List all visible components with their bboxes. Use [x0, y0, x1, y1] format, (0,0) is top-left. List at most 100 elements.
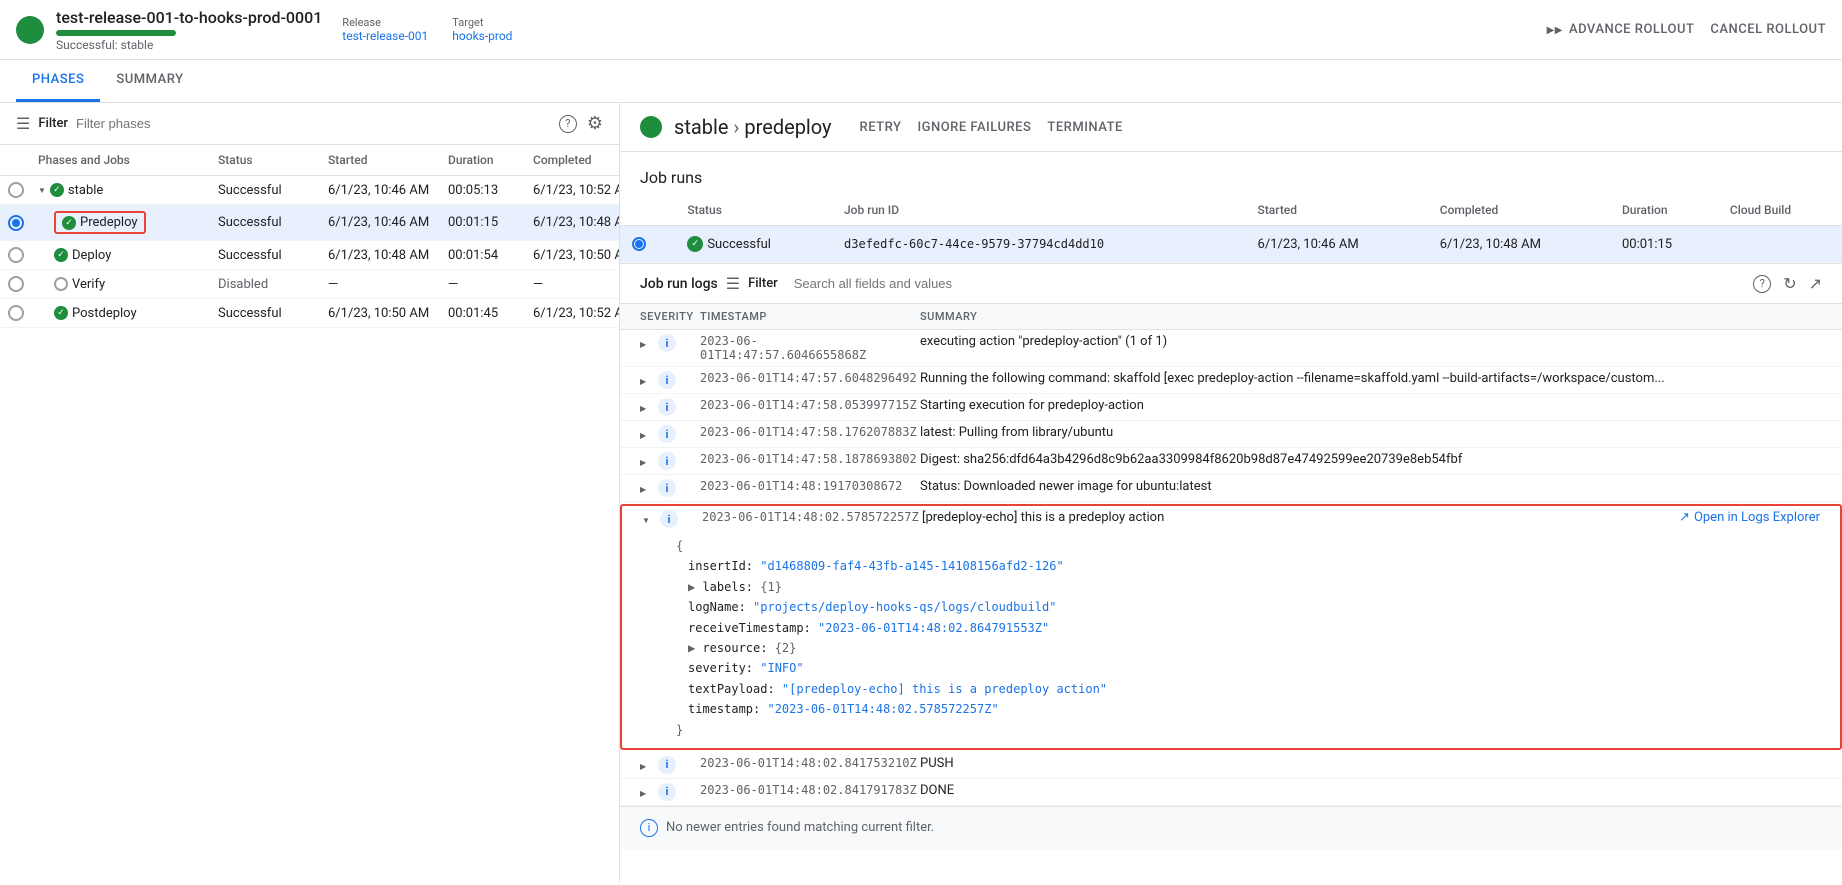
log-help-icon[interactable]: ? — [1753, 275, 1771, 293]
phases-table-body: stable Successful 6/1/23, 10:46 AM 00:05… — [0, 176, 619, 883]
row-name: Predeploy — [30, 211, 210, 234]
row-completed: 6/1/23, 10:50 AM — [525, 248, 619, 263]
log-row[interactable]: i 2023-06-01T14:47:58.1878693802 Digest:… — [620, 448, 1842, 475]
log-field-resource: ▶ resource: {2} — [676, 638, 1820, 658]
log-row[interactable]: i 2023-06-01T14:47:58.053997715Z Startin… — [620, 394, 1842, 421]
expand-log-icon[interactable] — [640, 785, 654, 799]
phase-success-icon — [640, 116, 662, 138]
job-run-duration: 00:01:15 — [1610, 226, 1718, 263]
severity-badge: i — [658, 398, 676, 416]
log-timestamp: 2023-06-01T14:47:57.6048296492 — [700, 371, 920, 385]
radio-job-run[interactable] — [632, 237, 646, 251]
log-row[interactable]: i 2023-06-01T14:48:19170308672 Status: D… — [620, 475, 1842, 502]
advance-rollout-button[interactable]: ADVANCE ROLLOUT — [1547, 22, 1695, 37]
filter-input[interactable] — [76, 116, 551, 131]
log-filter-bar: Job run logs ☰ Filter ? ↻ ↗ — [620, 263, 1842, 304]
table-row[interactable]: Verify Disabled — — — — [0, 270, 619, 299]
severity-badge: i — [658, 479, 676, 497]
row-duration: 00:01:45 — [440, 306, 525, 321]
table-row[interactable]: Predeploy Successful 6/1/23, 10:46 AM 00… — [0, 205, 619, 241]
col-radio — [0, 153, 30, 167]
job-run-radio — [620, 226, 675, 263]
log-row[interactable]: i 2023-06-01T14:48:02.841791783Z DONE — [620, 779, 1842, 806]
log-field-severity: severity: "INFO" — [676, 658, 1820, 678]
jth-status: Status — [675, 195, 832, 226]
right-panel-header: stable › predeploy RETRY IGNORE FAILURES… — [620, 103, 1842, 152]
status-label: Successful: stable — [56, 38, 322, 52]
ignore-failures-button[interactable]: IGNORE FAILURES — [917, 120, 1031, 135]
target-label: Target — [452, 16, 512, 29]
cancel-rollout-button[interactable]: CANCEL ROLLOUT — [1710, 22, 1826, 37]
expand-log-icon[interactable] — [640, 758, 654, 772]
log-field-receiveTimestamp: receiveTimestamp: "2023-06-01T14:48:02.8… — [676, 618, 1820, 638]
log-brace-open: { — [676, 536, 1820, 556]
row-started: 6/1/23, 10:50 AM — [320, 306, 440, 321]
table-row[interactable]: Postdeploy Successful 6/1/23, 10:50 AM 0… — [0, 299, 619, 328]
log-severity: i — [640, 425, 700, 443]
right-panel: stable › predeploy RETRY IGNORE FAILURES… — [620, 103, 1842, 883]
expand-log-icon[interactable] — [640, 400, 654, 414]
job-run-row[interactable]: Successful d3efedfc-60c7-44ce-9579-37794… — [620, 226, 1842, 263]
table-row[interactable]: stable Successful 6/1/23, 10:46 AM 00:05… — [0, 176, 619, 205]
log-th-summary: SUMMARY — [920, 310, 1822, 323]
row-completed: 6/1/23, 10:52 AM — [525, 306, 619, 321]
release-link[interactable]: test-release-001 — [342, 29, 428, 43]
log-field-logName: logName: "projects/deploy-hooks-qs/logs/… — [676, 597, 1820, 617]
log-open-icon[interactable]: ↗ — [1809, 274, 1822, 293]
columns-icon[interactable]: ⚙ — [587, 113, 603, 134]
log-timestamp: 2023-06-01T14:48:02.578572257Z — [702, 510, 922, 524]
log-row[interactable]: i 2023-06-01T14:47:57.6048296492 Running… — [620, 367, 1842, 394]
log-row-highlighted[interactable]: i 2023-06-01T14:48:02.578572257Z [predep… — [620, 504, 1842, 750]
help-icon[interactable]: ? — [559, 115, 577, 133]
table-row[interactable]: Deploy Successful 6/1/23, 10:48 AM 00:01… — [0, 241, 619, 270]
row-duration: 00:05:13 — [440, 183, 525, 198]
expand-icon[interactable] — [38, 185, 46, 196]
release-name: test-release-001-to-hooks-prod-0001 — [56, 8, 322, 27]
retry-button[interactable]: RETRY — [860, 120, 902, 135]
log-row[interactable]: i 2023-06-01T14:47:57.6046655868Z execut… — [620, 330, 1842, 367]
expand-log-icon[interactable] — [640, 454, 654, 468]
phase-actions: RETRY IGNORE FAILURES TERMINATE — [860, 120, 1123, 135]
terminate-button[interactable]: TERMINATE — [1047, 120, 1122, 135]
job-status-chip: Successful — [687, 236, 820, 252]
log-th-severity: SEVERITY — [640, 310, 700, 323]
log-summary: Starting execution for predeploy-action — [920, 398, 1822, 413]
row-started: 6/1/23, 10:48 AM — [320, 248, 440, 263]
log-row[interactable]: i 2023-06-01T14:47:58.176207883Z latest:… — [620, 421, 1842, 448]
row-duration: — — [440, 277, 525, 292]
col-completed: Completed — [525, 153, 620, 167]
progress-bar — [56, 30, 176, 36]
log-filter-label-text: Filter — [748, 276, 778, 291]
radio-stable[interactable] — [8, 182, 24, 198]
expand-log-icon[interactable] — [640, 373, 654, 387]
status-icon-gray — [54, 277, 68, 291]
row-duration: 00:01:54 — [440, 248, 525, 263]
log-severity: i — [640, 398, 700, 416]
tab-phases[interactable]: PHASES — [16, 60, 100, 102]
col-duration: Duration — [440, 153, 525, 167]
log-refresh-icon[interactable]: ↻ — [1783, 274, 1796, 293]
log-row[interactable]: i 2023-06-01T14:48:02.841753210Z PUSH — [620, 752, 1842, 779]
expand-log-icon[interactable] — [640, 336, 654, 350]
log-table-header: SEVERITY TIMESTAMP SUMMARY — [620, 304, 1842, 330]
expand-log-icon[interactable] — [640, 481, 654, 495]
expand-log-icon[interactable] — [640, 427, 654, 441]
log-bar-right: ? ↻ ↗ — [1753, 274, 1822, 293]
job-run-cloud-build — [1718, 226, 1842, 263]
row-status: Successful — [210, 306, 320, 321]
tab-summary[interactable]: SUMMARY — [100, 60, 199, 102]
log-th-timestamp: TIMESTAMP — [700, 310, 920, 323]
row-name: Postdeploy — [30, 306, 210, 321]
log-timestamp: 2023-06-01T14:47:58.053997715Z — [700, 398, 920, 412]
log-search-input[interactable] — [794, 276, 1745, 291]
radio-verify[interactable] — [8, 276, 24, 292]
radio-deploy[interactable] — [8, 247, 24, 263]
open-logs-explorer-link[interactable]: ↗ Open in Logs Explorer — [1679, 510, 1820, 525]
expand-log-icon[interactable] — [642, 512, 656, 526]
row-started: 6/1/23, 10:46 AM — [320, 215, 440, 230]
target-link[interactable]: hooks-prod — [452, 29, 512, 43]
radio-postdeploy[interactable] — [8, 305, 24, 321]
log-summary: Status: Downloaded newer image for ubunt… — [920, 479, 1822, 494]
col-phases: Phases and Jobs — [30, 153, 210, 167]
radio-predeploy[interactable] — [8, 215, 24, 231]
